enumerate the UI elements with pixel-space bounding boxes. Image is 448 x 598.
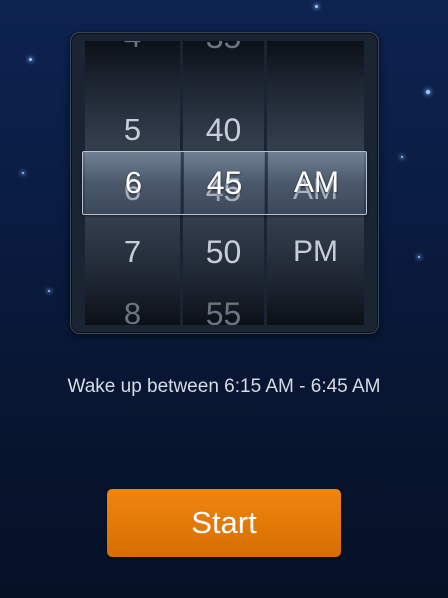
star-decoration [401,156,403,158]
hour-option[interactable]: 8 [85,284,180,325]
hour-wheel[interactable]: 4 5 6 7 8 [85,41,180,325]
star-decoration [426,90,430,94]
period-option[interactable]: PM [267,222,364,282]
period-option[interactable]: AM [267,160,364,220]
star-decoration [315,5,318,8]
star-decoration [48,290,50,292]
hour-option[interactable]: 4 [85,41,180,67]
minute-option[interactable]: 55 [183,284,264,325]
star-decoration [29,58,32,61]
minute-option[interactable]: 40 [183,100,264,160]
star-decoration [22,172,24,174]
minute-wheel[interactable]: 35 40 45 50 55 [183,41,264,325]
minute-option[interactable]: 35 [183,41,264,67]
star-decoration [418,256,420,258]
hour-option[interactable]: 7 [85,222,180,282]
period-wheel[interactable]: AM PM [267,41,364,325]
time-picker[interactable]: 4 5 6 7 8 35 40 45 50 55 AM PM 6 45 AM [70,32,379,334]
start-button[interactable]: Start [107,489,341,557]
minute-option[interactable]: 50 [183,222,264,282]
wake-window-text: Wake up between 6:15 AM - 6:45 AM [67,376,381,397]
minute-option[interactable]: 45 [183,160,264,220]
hour-option[interactable]: 5 [85,100,180,160]
hour-option[interactable]: 6 [85,160,180,220]
